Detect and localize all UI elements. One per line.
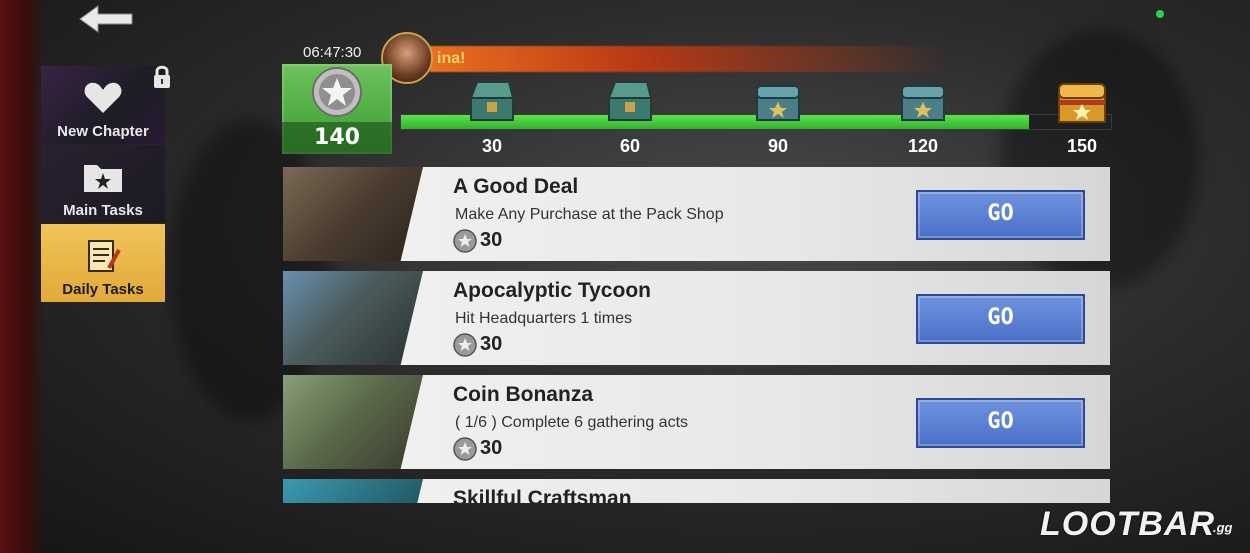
task-thumbnail-image [283,271,423,365]
notification-banner [430,46,950,72]
star-coin-icon [453,229,477,253]
chest-icon [469,81,515,121]
daily-task-list[interactable]: A Good Deal Make Any Purchase at the Pac… [283,167,1110,503]
activity-points-box: 140 [282,64,392,154]
milestone-value: 60 [619,136,641,156]
task-card-skillful-craftsman: Skillful Craftsman [283,479,1110,503]
task-category-sidebar: New Chapter Main Tasks Daily Tasks [41,65,170,303]
folder-star-icon [84,165,122,192]
lootbar-watermark-logo: LOOTBAR [1040,505,1216,543]
go-button[interactable]: GO [916,294,1085,344]
task-card-coin-bonanza: Coin Bonanza ( 1/6 ) Complete 6 gatherin… [283,375,1110,469]
reset-timer: 06:47:30 [303,44,362,61]
back-button[interactable] [78,4,136,34]
sidebar-item-label: Main Tasks [63,202,143,219]
background-red-strip [0,0,45,553]
task-thumbnail-image [283,167,423,261]
milestone-60[interactable]: 60 [600,78,660,157]
milestone-120[interactable]: 120 [893,78,953,157]
task-title: Coin Bonanza [453,383,593,406]
task-description: ( 1/6 ) Complete 6 gathering acts [455,414,689,431]
milestone-value: 120 [907,136,939,156]
lock-icon [154,65,170,88]
task-description: Hit Headquarters 1 times [455,310,632,327]
go-button[interactable]: GO [916,398,1085,448]
task-title: A Good Deal [453,175,579,198]
sidebar-item-label: Daily Tasks [62,281,144,298]
reward-value: 30 [480,333,503,355]
milestone-value: 90 [767,136,789,156]
online-status-dot [1156,10,1164,18]
task-description: Make Any Purchase at the Pack Shop [455,206,724,223]
chest-icon [901,85,945,121]
milestone-value: 150 [1066,136,1098,156]
checklist-icon [88,240,121,272]
task-title: Skillful Craftsman [453,487,632,503]
task-thumbnail-image [283,375,423,469]
banner-text: ina! [437,50,466,67]
task-card-a-good-deal: A Good Deal Make Any Purchase at the Pac… [283,167,1110,261]
go-button[interactable]: GO [916,190,1085,240]
sidebar-item-main-tasks[interactable]: Main Tasks [41,145,165,223]
heart-icon [84,82,122,113]
task-thumbnail-image [283,479,423,503]
milestone-90[interactable]: 90 [748,78,808,157]
back-arrow-icon [79,5,133,33]
reward-value: 30 [480,437,503,459]
sidebar-item-new-chapter[interactable]: New Chapter [41,65,170,144]
milestone-150[interactable]: 150 [1052,78,1112,157]
chest-icon [607,81,653,121]
golden-chest-icon [1058,83,1106,123]
reward-value: 30 [480,229,503,251]
milestone-30[interactable]: 30 [462,78,522,157]
sidebar-item-label: New Chapter [57,123,149,140]
task-card-apocalyptic-tycoon: Apocalyptic Tycoon Hit Headquarters 1 ti… [283,271,1110,365]
chest-icon [756,85,800,121]
task-title: Apocalyptic Tycoon [453,279,651,302]
star-medal-icon [312,67,362,117]
sidebar-item-daily-tasks[interactable]: Daily Tasks [41,224,165,302]
star-coin-icon [453,333,477,357]
star-coin-icon [453,437,477,461]
activity-points: 140 [282,122,392,154]
lootbar-watermark-suffix: .gg [1213,520,1233,535]
milestone-value: 30 [481,136,503,156]
